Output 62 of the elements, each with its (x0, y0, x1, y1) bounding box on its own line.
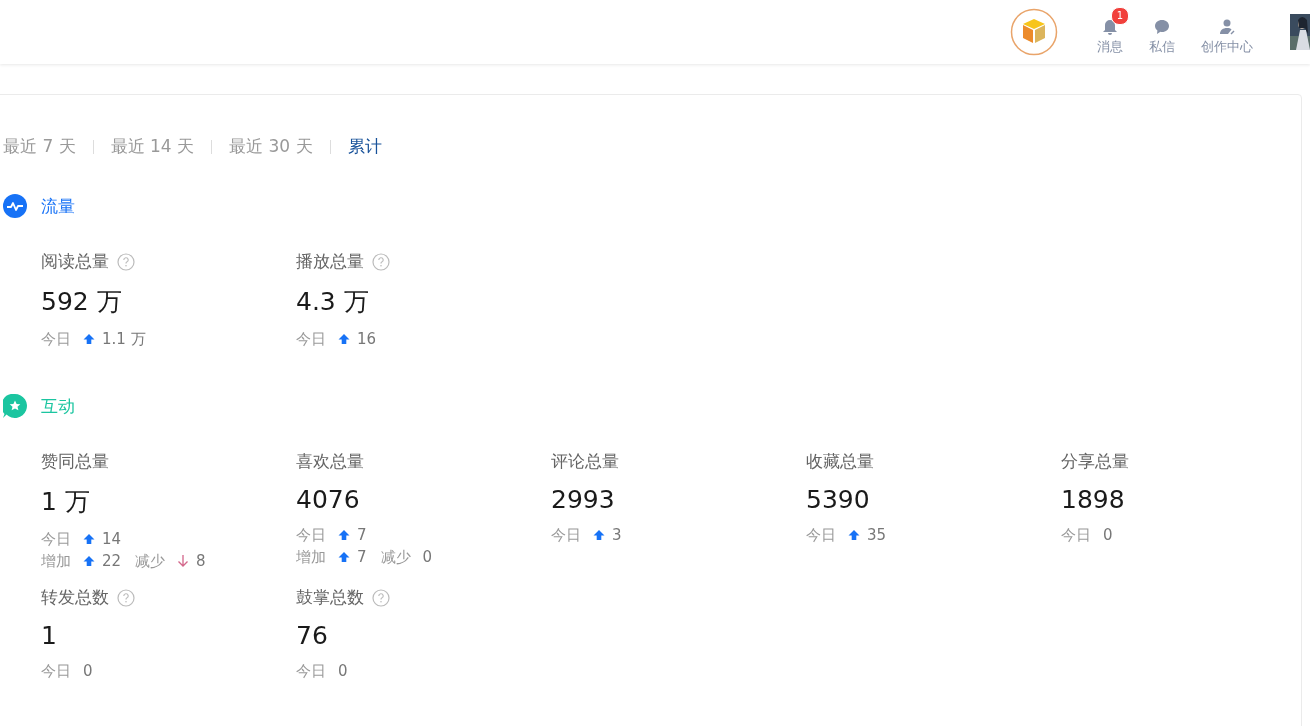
stat-value: 7 (357, 526, 367, 544)
stat-label: 今日 (41, 329, 71, 349)
stat-label: 今日 (41, 661, 71, 681)
stat-value: 1.1 万 (102, 329, 146, 349)
stat-label: 今日 (296, 525, 326, 545)
metric-value: 76 (296, 621, 329, 650)
stat-value: 0 (422, 548, 433, 566)
stat-value: 7 (357, 548, 367, 566)
stat-label: 今日 (41, 529, 71, 549)
stat-label: 今日 (296, 661, 326, 681)
metric-label: 阅读总量 (41, 250, 109, 273)
metric-label: 转发总数 (41, 586, 109, 609)
stat-label: 今日 (551, 525, 581, 545)
stat-label: 减少 (380, 547, 411, 567)
user-pen-icon (1218, 17, 1236, 36)
stat-value: 22 (102, 552, 122, 570)
chat-icon (1153, 17, 1171, 36)
stat-value: 0 (83, 662, 93, 680)
stat-label: 减少 (135, 551, 166, 571)
period-tab[interactable]: 最近 30 天 (229, 135, 313, 158)
metric-value: 5390 (806, 485, 871, 514)
bell-icon (1101, 17, 1119, 36)
stat-value: 14 (102, 530, 122, 548)
notification-badge: 1 (1111, 6, 1129, 25)
metric-label: 播放总量 (296, 250, 364, 273)
stat-value: 8 (196, 552, 206, 570)
help-icon[interactable] (117, 252, 135, 271)
help-icon[interactable] (372, 588, 390, 607)
stat-label: 增加 (296, 547, 326, 567)
stat-value: 0 (338, 662, 348, 680)
help-icon[interactable] (372, 252, 390, 271)
metric-label: 喜欢总量 (296, 450, 364, 473)
stat-label: 今日 (296, 329, 326, 349)
stat-label: 今日 (1061, 525, 1091, 545)
metric-value: 1 万 (41, 486, 91, 518)
stat-value: 16 (357, 330, 377, 348)
cube-logo-icon[interactable] (1010, 8, 1058, 56)
metric-value: 2993 (551, 485, 616, 514)
metric-label: 分享总量 (1061, 450, 1129, 473)
stat-label: 今日 (806, 525, 836, 545)
metric-label: 收藏总量 (806, 450, 874, 473)
period-tab[interactable]: 累计 (347, 135, 382, 158)
stat-label: 增加 (41, 551, 71, 571)
nav-item[interactable]: 创作中心 (1198, 6, 1256, 58)
help-icon[interactable] (117, 588, 135, 607)
nav-item[interactable]: 1 消息 (1094, 6, 1126, 58)
metric-value: 1 (41, 621, 58, 650)
period-tab[interactable]: 最近 14 天 (110, 135, 195, 158)
section-title: 流量 (41, 194, 75, 218)
metric-value: 592 万 (41, 286, 123, 318)
stat-value: 3 (612, 526, 622, 544)
metric-label: 赞同总量 (41, 450, 109, 473)
stat-value: 0 (1103, 526, 1113, 544)
metric-value: 4076 (296, 485, 361, 514)
metric-label: 鼓掌总数 (296, 586, 364, 609)
nav-item[interactable]: 私信 (1146, 6, 1178, 58)
period-tab[interactable]: 最近 7 天 (3, 135, 76, 158)
metric-value: 4.3 万 (296, 286, 370, 318)
metric-value: 1898 (1061, 485, 1126, 514)
stat-value: 35 (867, 526, 887, 544)
metric-label: 评论总量 (551, 450, 619, 473)
section-title: 互动 (41, 394, 75, 418)
